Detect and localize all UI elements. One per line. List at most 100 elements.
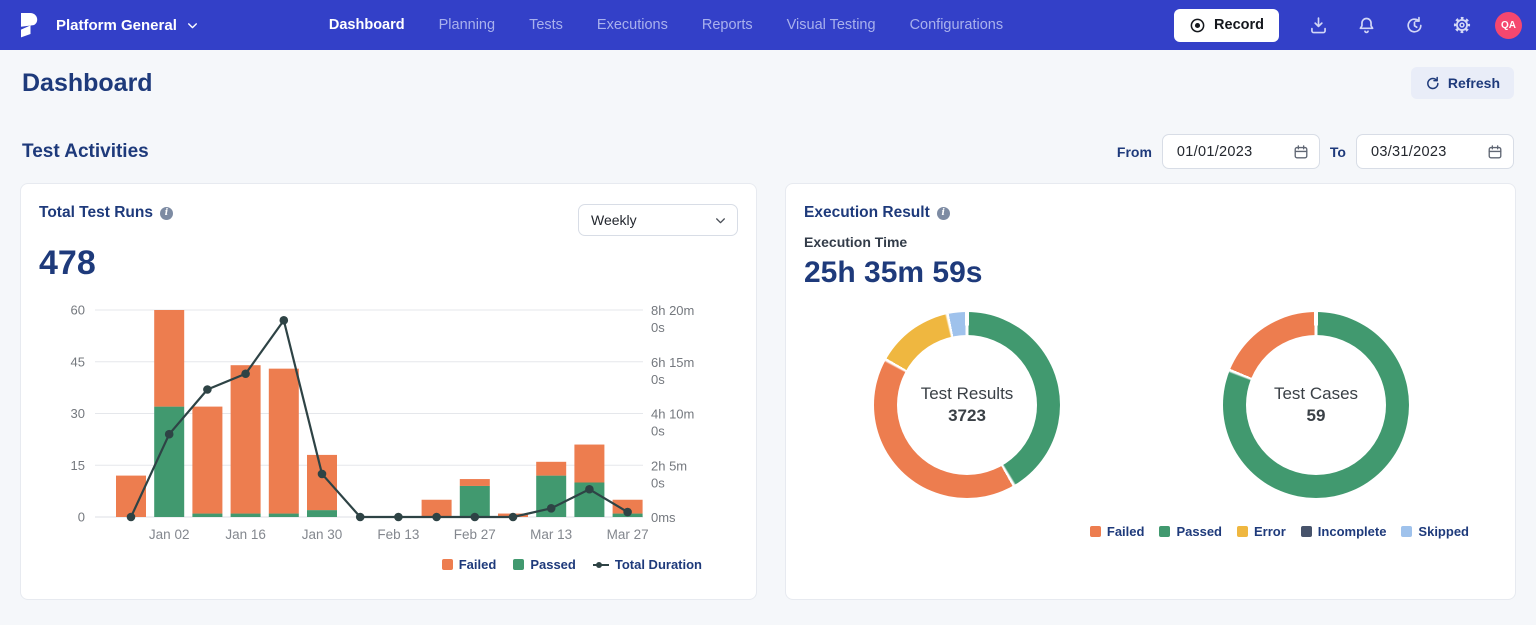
total-test-runs-card: Total Test Runs i Weekly 478 0153045608h…: [20, 183, 757, 600]
nav-item-visual-testing[interactable]: Visual Testing: [787, 17, 876, 33]
page-title: Dashboard: [22, 69, 153, 98]
from-date-input[interactable]: 01/01/2023: [1162, 134, 1320, 169]
legend-item-failed: Failed: [1090, 524, 1145, 539]
calendar-icon: [1293, 144, 1309, 160]
calendar-icon: [1487, 144, 1503, 160]
svg-text:Feb 13: Feb 13: [377, 527, 419, 542]
duration-point-jan-23: [280, 316, 289, 325]
nav-item-planning[interactable]: Planning: [439, 17, 495, 33]
chevron-down-icon: [714, 214, 727, 227]
svg-text:15: 15: [71, 458, 85, 473]
record-button[interactable]: Record: [1174, 9, 1279, 42]
svg-text:45: 45: [71, 354, 85, 369]
svg-text:0s: 0s: [651, 475, 665, 490]
execution-time-value: 25h 35m 59s: [804, 256, 1497, 290]
svg-text:0s: 0s: [651, 424, 665, 439]
bar-failed-jan-09: [192, 407, 222, 514]
top-nav: Platform General Dashboard Planning Tests E…: [0, 0, 1536, 50]
execution-result-title: Execution Result: [804, 204, 930, 222]
interval-selected-value: Weekly: [591, 212, 637, 228]
bar-failed-jan-30: [307, 455, 337, 510]
total-test-runs-value: 478: [39, 244, 738, 283]
execution-result-card: Execution Result i Execution Time 25h 35…: [785, 183, 1516, 600]
download-button[interactable]: [1299, 6, 1337, 44]
svg-text:Feb 27: Feb 27: [454, 527, 496, 542]
settings-icon: [1452, 15, 1472, 35]
svg-text:8h 20m: 8h 20m: [651, 303, 694, 318]
legend-item-skipped: Skipped: [1401, 524, 1469, 539]
legend-item-incomplete: Incomplete: [1301, 524, 1387, 539]
legend-item-total-duration: Total Duration: [593, 557, 702, 572]
bar-passed-jan-30: [307, 510, 337, 517]
duration-point-feb-06: [356, 513, 365, 522]
avatar[interactable]: QA: [1495, 12, 1522, 39]
page-header: Dashboard Refresh: [0, 50, 1536, 116]
duration-point-mar-13: [547, 504, 556, 513]
bar-passed-jan-16: [231, 514, 261, 517]
bar-passed-jan-23: [269, 514, 299, 517]
to-date-input[interactable]: 03/31/2023: [1356, 134, 1514, 169]
record-label: Record: [1214, 17, 1264, 33]
legend-item-error: Error: [1237, 524, 1286, 539]
info-icon[interactable]: i: [937, 207, 950, 220]
section-title: Test Activities: [22, 141, 149, 163]
nav-item-dashboard[interactable]: Dashboard: [329, 17, 405, 33]
svg-text:0: 0: [78, 510, 85, 525]
bar-failed-jan-16: [231, 365, 261, 513]
app-logo-icon: [16, 11, 42, 39]
duration-point-jan-30: [318, 470, 327, 479]
svg-text:30: 30: [71, 406, 85, 421]
svg-text:Mar 13: Mar 13: [530, 527, 572, 542]
duration-point-feb-13: [394, 513, 403, 522]
bar-failed-feb-27: [460, 479, 490, 486]
workspace-switcher[interactable]: Platform General: [56, 17, 199, 34]
bar-failed-jan-23: [269, 369, 299, 514]
test-cases-donut[interactable]: Test Cases 59: [1223, 312, 1409, 498]
to-date-value: 03/31/2023: [1371, 144, 1447, 160]
nav-item-executions[interactable]: Executions: [597, 17, 668, 33]
duration-point-mar-06: [509, 513, 518, 522]
to-label: To: [1330, 144, 1346, 160]
notifications-button[interactable]: [1347, 6, 1385, 44]
settings-button[interactable]: [1443, 6, 1481, 44]
execution-result-legend: Failed Passed Error Incomplete Skipped: [804, 524, 1497, 539]
svg-text:6h 15m: 6h 15m: [651, 355, 694, 370]
bar-failed-mar-20: [574, 445, 604, 483]
interval-select[interactable]: Weekly: [578, 204, 738, 236]
nav-item-configurations[interactable]: Configurations: [910, 17, 1004, 33]
download-icon: [1308, 15, 1329, 36]
from-label: From: [1117, 144, 1152, 160]
test-results-donut-value: 3723: [948, 406, 986, 426]
test-results-donut[interactable]: Test Results 3723: [874, 312, 1060, 498]
refresh-icon: [1425, 76, 1440, 91]
test-cases-donut-label: Test Cases: [1274, 384, 1358, 404]
svg-text:Mar 27: Mar 27: [607, 527, 649, 542]
duration-point-feb-20: [432, 513, 441, 522]
duration-point-mar-27: [623, 508, 632, 517]
nav-item-tests[interactable]: Tests: [529, 17, 563, 33]
bar-failed-mar-13: [536, 462, 566, 476]
execution-time-label: Execution Time: [804, 234, 1497, 250]
svg-text:60: 60: [71, 303, 85, 318]
history-icon: [1404, 15, 1425, 36]
info-icon[interactable]: i: [160, 207, 173, 220]
refresh-label: Refresh: [1448, 75, 1500, 91]
legend-item-passed: Passed: [1159, 524, 1222, 539]
duration-point-mar-20: [585, 485, 594, 494]
svg-text:4h 10m: 4h 10m: [651, 407, 694, 422]
duration-point-jan-02: [165, 430, 174, 439]
nav-item-reports[interactable]: Reports: [702, 17, 753, 33]
main-nav: Dashboard Planning Tests Executions Reports V…: [329, 17, 1174, 33]
svg-text:0s: 0s: [651, 372, 665, 387]
history-button[interactable]: [1395, 6, 1433, 44]
svg-text:Jan 30: Jan 30: [302, 527, 343, 542]
test-activities-header: Test Activities From 01/01/2023 To 03/31…: [0, 116, 1536, 183]
refresh-button[interactable]: Refresh: [1411, 67, 1514, 99]
test-cases-donut-value: 59: [1307, 406, 1326, 426]
workspace-label: Platform General: [56, 17, 177, 34]
legend-item-passed: Passed: [513, 557, 576, 572]
legend-item-failed: Failed: [442, 557, 497, 572]
svg-text:Jan 16: Jan 16: [225, 527, 266, 542]
svg-text:0ms: 0ms: [651, 510, 676, 525]
total-test-runs-legend: Failed Passed Total Duration: [39, 557, 738, 572]
